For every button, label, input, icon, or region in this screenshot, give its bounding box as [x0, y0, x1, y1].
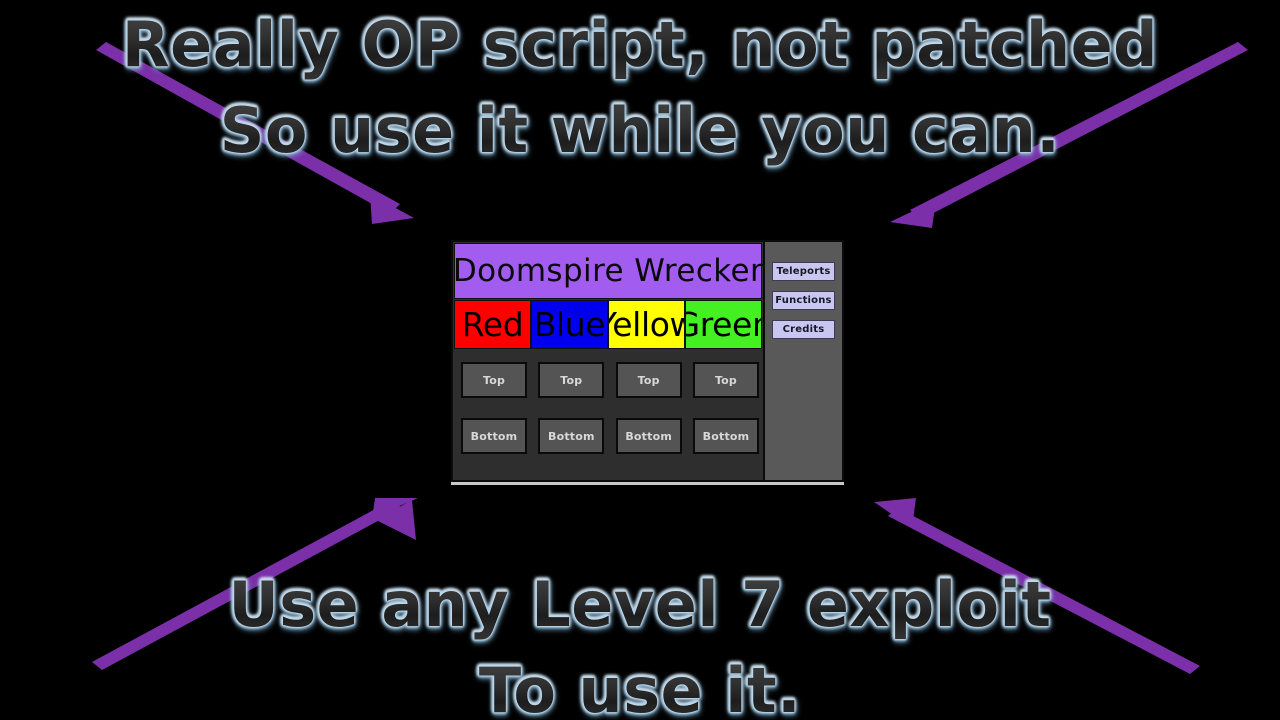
teleport-top-blue-button[interactable]: Top: [538, 362, 605, 398]
teleport-bottom-blue-button[interactable]: Bottom: [538, 418, 605, 454]
team-button-red[interactable]: Red: [454, 300, 531, 349]
teleport-bottom-yellow-button[interactable]: Bottom: [615, 418, 682, 454]
team-button-green[interactable]: Green: [685, 300, 762, 349]
team-button-yellow[interactable]: Yellow: [608, 300, 685, 349]
top-caption-block: Really OP script, not patched So use it …: [0, 2, 1280, 174]
teleport-top-green-button[interactable]: Top: [692, 362, 759, 398]
gui-main-area: Doomspire Wrecker Red Blue Yellow Green …: [451, 240, 765, 482]
teleport-bottom-red-button[interactable]: Bottom: [461, 418, 527, 454]
screenshot-root: Really OP script, not patched So use it …: [0, 0, 1280, 720]
bottom-caption-line-2: To use it.: [0, 648, 1280, 720]
teleport-top-yellow-button[interactable]: Top: [615, 362, 682, 398]
bottom-caption-line-1: Use any Level 7 exploit: [0, 562, 1280, 648]
teleport-top-row: Top Top Top Top: [461, 362, 759, 398]
bottom-caption-block: Use any Level 7 exploit To use it.: [0, 562, 1280, 720]
teleport-bottom-row: Bottom Bottom Bottom Bottom: [461, 418, 759, 454]
arrow-top-left-icon: [96, 42, 414, 224]
top-caption-line-2: So use it while you can.: [0, 88, 1280, 174]
teleport-top-red-button[interactable]: Top: [461, 362, 527, 398]
arrow-bottom-left-icon: [92, 498, 418, 670]
team-button-row: Red Blue Yellow Green: [454, 300, 762, 349]
arrow-bottom-right-icon: [874, 498, 1200, 674]
teleport-bottom-green-button[interactable]: Bottom: [692, 418, 759, 454]
team-button-blue[interactable]: Blue: [531, 300, 608, 349]
sidebar-button-functions[interactable]: Functions: [772, 291, 835, 310]
gui-title-bar: Doomspire Wrecker: [453, 243, 763, 299]
top-caption-line-1: Really OP script, not patched: [0, 2, 1280, 88]
arrow-top-right-icon: [890, 42, 1248, 228]
gui-sidebar: Teleports Functions Credits: [765, 240, 844, 482]
doomspire-wrecker-gui: Doomspire Wrecker Red Blue Yellow Green …: [451, 240, 844, 485]
sidebar-button-credits[interactable]: Credits: [772, 320, 835, 339]
sidebar-button-teleports[interactable]: Teleports: [772, 262, 835, 281]
